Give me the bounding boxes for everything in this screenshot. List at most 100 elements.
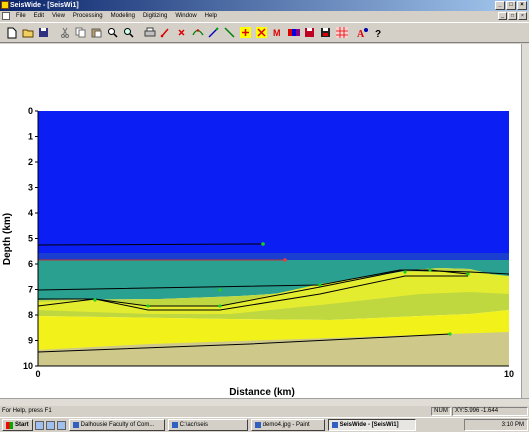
doc-minimize-button[interactable]: _ bbox=[498, 12, 507, 20]
window-title: SeisWide - [SeisWi1] bbox=[10, 2, 79, 9]
taskbar-item-dalhousie[interactable]: Dalhousie Faculty of Com... bbox=[68, 419, 165, 431]
copy-icon[interactable] bbox=[73, 25, 88, 41]
save-icon[interactable] bbox=[36, 25, 51, 41]
node-point[interactable] bbox=[218, 304, 222, 308]
folder-icon bbox=[171, 422, 178, 428]
taskbar-item-seiswide[interactable]: SeisWide - [SeisWi1] bbox=[327, 419, 416, 431]
open-folder-icon[interactable] bbox=[20, 25, 35, 41]
start-button[interactable]: Start bbox=[2, 419, 33, 431]
y-tick-label: 3 bbox=[28, 183, 33, 193]
new-file-icon[interactable] bbox=[4, 25, 19, 41]
horizontal-scrollbar[interactable] bbox=[0, 398, 529, 406]
y-tick-label: 7 bbox=[28, 285, 33, 295]
curve-icon[interactable] bbox=[190, 25, 205, 41]
help-icon[interactable]: ? bbox=[371, 25, 386, 41]
menu-processing[interactable]: Processing bbox=[69, 11, 107, 21]
print-icon[interactable] bbox=[142, 25, 157, 41]
status-help-text: For Help, press F1 bbox=[2, 408, 52, 414]
node-point[interactable] bbox=[283, 258, 287, 262]
cross-icon[interactable] bbox=[254, 25, 269, 41]
water-layer bbox=[38, 111, 509, 253]
node-point[interactable] bbox=[466, 272, 470, 276]
maximize-button[interactable]: □ bbox=[506, 1, 516, 10]
node-point[interactable] bbox=[261, 242, 265, 246]
y-tick-label: 9 bbox=[28, 336, 33, 346]
disk-red-icon[interactable] bbox=[302, 25, 317, 41]
line-green-icon[interactable] bbox=[206, 25, 221, 41]
node-point[interactable] bbox=[318, 283, 322, 287]
menu-digitizing[interactable]: Digitizing bbox=[139, 11, 171, 21]
svg-text:A: A bbox=[357, 29, 365, 38]
line-yellow-icon[interactable] bbox=[222, 25, 237, 41]
font-icon[interactable]: A bbox=[355, 25, 370, 41]
windows-logo-icon bbox=[6, 421, 13, 429]
doc-restore-button[interactable]: □ bbox=[508, 12, 517, 20]
task-label: SeisWide - [SeisWi1] bbox=[339, 422, 399, 428]
menu-file[interactable]: File bbox=[12, 11, 30, 21]
grid-icon[interactable] bbox=[334, 25, 349, 41]
node-point[interactable] bbox=[403, 270, 407, 274]
velocity-model-plot[interactable]: 012345678910 0 10 Depth (km) Distance (km… bbox=[0, 44, 521, 398]
doc-close-button[interactable]: × bbox=[518, 12, 527, 20]
start-label: Start bbox=[15, 422, 29, 428]
title-bar: SeisWide - [SeisWi1] _ □ × bbox=[0, 0, 529, 11]
x-axis-ticks: 0 10 bbox=[35, 369, 514, 379]
browser-icon bbox=[72, 422, 79, 428]
node-point[interactable] bbox=[448, 332, 452, 336]
seiswide-icon bbox=[331, 422, 338, 428]
transition-band bbox=[38, 253, 509, 260]
svg-text:M: M bbox=[273, 28, 281, 38]
y-tick-label: 1 bbox=[28, 132, 33, 142]
quicklaunch-mail-icon[interactable] bbox=[45, 420, 55, 430]
point-red-icon[interactable] bbox=[174, 25, 189, 41]
y-tick-label: 10 bbox=[23, 361, 33, 371]
quicklaunch-browser-icon[interactable] bbox=[56, 420, 66, 430]
colorbar-icon[interactable] bbox=[286, 25, 301, 41]
clock: 3:10 PM bbox=[501, 422, 524, 428]
marker-m-icon[interactable]: M bbox=[270, 25, 285, 41]
menu-help[interactable]: Help bbox=[201, 11, 221, 21]
menu-modeling[interactable]: Modeling bbox=[107, 11, 139, 21]
paint-icon bbox=[254, 422, 261, 428]
model-canvas[interactable]: 0 1 2 3 4 5 6 7 8 9 10 0 10 Depth (km) Distance (km… bbox=[0, 44, 521, 398]
y-axis-label: Depth (km) bbox=[2, 213, 13, 265]
cursor-coordinates: XY:5.996 -1.644 bbox=[452, 407, 528, 416]
node-point[interactable] bbox=[93, 298, 97, 302]
taskbar-item-seis-folder[interactable]: C:\acr\seis bbox=[167, 419, 248, 431]
minimize-button[interactable]: _ bbox=[495, 1, 505, 10]
node-point[interactable] bbox=[146, 304, 150, 308]
paste-icon[interactable] bbox=[89, 25, 104, 41]
disk-save-icon[interactable] bbox=[318, 25, 333, 41]
x-tick-label: 10 bbox=[504, 369, 514, 379]
quicklaunch-desktop-icon[interactable] bbox=[34, 420, 44, 430]
menu-window[interactable]: Window bbox=[171, 11, 200, 21]
node-point[interactable] bbox=[218, 288, 222, 292]
document-icon[interactable] bbox=[2, 12, 10, 20]
close-button[interactable]: × bbox=[517, 1, 527, 10]
system-tray: 3:10 PM bbox=[464, 419, 528, 431]
toolbar: M A ? bbox=[0, 22, 529, 43]
zoom-in-icon[interactable] bbox=[121, 25, 136, 41]
y-tick-label: 2 bbox=[28, 157, 33, 167]
x-tick-label: 0 bbox=[35, 369, 40, 379]
app-icon bbox=[1, 1, 9, 9]
x-axis-label: Distance (km) bbox=[229, 387, 295, 398]
plus-icon[interactable] bbox=[238, 25, 253, 41]
y-axis-ticks: 0 1 2 3 4 5 6 7 8 9 10 bbox=[23, 106, 38, 371]
menu-view[interactable]: View bbox=[48, 11, 69, 21]
status-bar: For Help, press F1 NUM XY:5.996 -1.644 bbox=[0, 406, 529, 417]
taskbar-item-paint[interactable]: demo4.jpg - Paint bbox=[250, 419, 325, 431]
menu-edit[interactable]: Edit bbox=[30, 11, 48, 21]
y-tick-label: 5 bbox=[28, 234, 33, 244]
task-label: demo4.jpg - Paint bbox=[262, 422, 310, 428]
y-tick-label: 8 bbox=[28, 310, 33, 320]
node-point[interactable] bbox=[428, 268, 432, 272]
y-tick-label: 4 bbox=[28, 208, 33, 218]
menu-bar: File Edit View Processing Modeling Digit… bbox=[0, 11, 529, 21]
pick-red-icon[interactable] bbox=[158, 25, 173, 41]
zoom-icon[interactable] bbox=[105, 25, 120, 41]
task-label: C:\acr\seis bbox=[179, 422, 209, 428]
cut-icon[interactable] bbox=[57, 25, 72, 41]
task-label: Dalhousie Faculty of Com... bbox=[80, 422, 155, 428]
vertical-scrollbar[interactable] bbox=[521, 44, 529, 398]
